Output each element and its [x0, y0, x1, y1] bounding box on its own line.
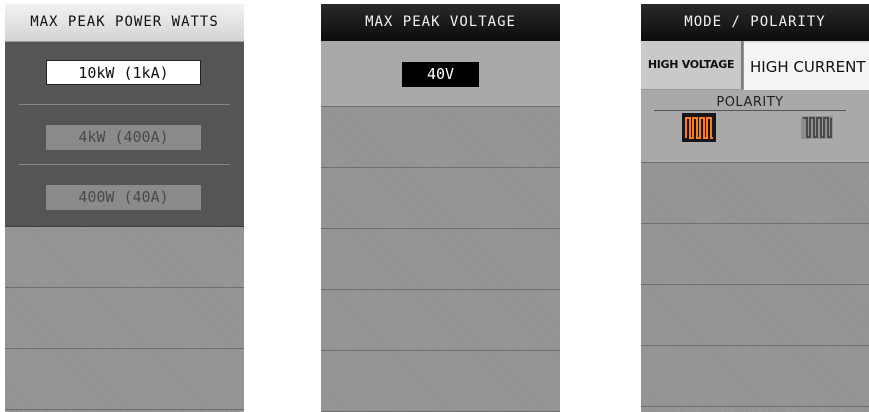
- empty-row: [321, 107, 560, 168]
- power-option-row[interactable]: 400W (40A): [5, 165, 244, 227]
- positive-pulse-button[interactable]: [682, 113, 716, 142]
- tab-high-current[interactable]: HIGH CURRENT: [744, 41, 869, 91]
- empty-row: [5, 288, 244, 349]
- empty-row: [5, 227, 244, 288]
- empty-row: [5, 349, 244, 410]
- empty-row: [641, 346, 869, 407]
- polarity-section: POLARITY: [641, 90, 869, 163]
- empty-row: [641, 285, 869, 346]
- empty-row: [641, 224, 869, 285]
- mode-polarity-title: MODE / POLARITY: [641, 4, 869, 41]
- empty-row: [641, 163, 869, 224]
- power-options-group: 10kW (1kA) 4kW (400A) 400W (40A): [5, 42, 244, 227]
- negative-pulse-button[interactable]: [800, 113, 834, 142]
- empty-row: [321, 168, 560, 229]
- power-option-400w[interactable]: 400W (40A): [46, 185, 201, 210]
- max-peak-voltage-title: MAX PEAK VOLTAGE: [321, 4, 560, 41]
- tab-high-voltage[interactable]: HIGH VOLTAGE: [641, 41, 743, 89]
- voltage-value[interactable]: 40V: [402, 62, 479, 87]
- max-peak-voltage-panel: MAX PEAK VOLTAGE 40V: [321, 4, 560, 412]
- voltage-value-row[interactable]: 40V: [321, 41, 560, 107]
- mode-polarity-panel: MODE / POLARITY HIGH VOLTAGE HIGH CURREN…: [641, 4, 869, 412]
- power-option-row[interactable]: 4kW (400A): [5, 105, 244, 165]
- power-option-row[interactable]: 10kW (1kA): [5, 42, 244, 105]
- negative-pulse-icon: [800, 113, 834, 142]
- empty-row: [321, 290, 560, 351]
- mode-tabs: HIGH VOLTAGE HIGH CURRENT: [641, 41, 869, 91]
- positive-pulse-icon: [682, 113, 716, 142]
- power-option-10kw[interactable]: 10kW (1kA): [46, 60, 201, 85]
- max-peak-power-title: MAX PEAK POWER WATTS: [5, 4, 244, 42]
- empty-row: [321, 351, 560, 412]
- empty-row: [321, 229, 560, 290]
- polarity-label: POLARITY: [654, 95, 846, 111]
- max-peak-power-panel: MAX PEAK POWER WATTS 10kW (1kA) 4kW (400…: [5, 4, 244, 412]
- power-option-4kw[interactable]: 4kW (400A): [46, 125, 201, 150]
